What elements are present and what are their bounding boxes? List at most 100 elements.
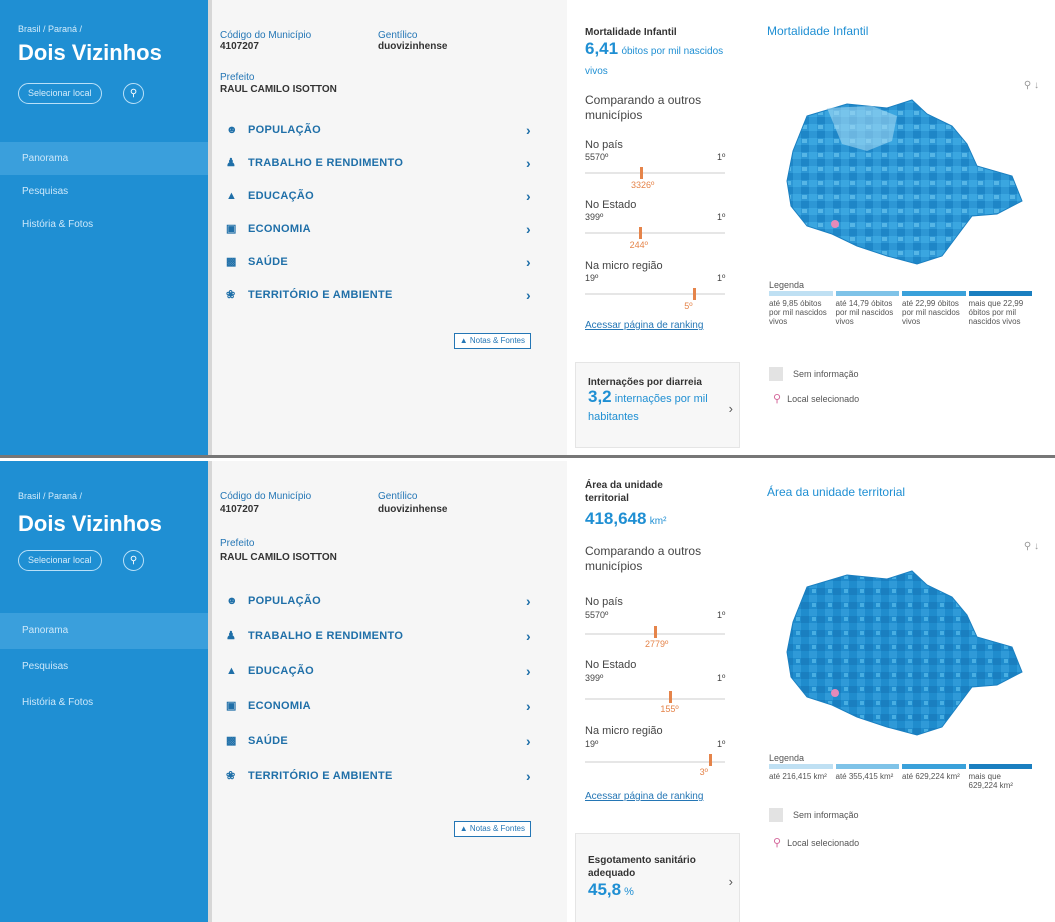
rank-min: 399º (585, 673, 604, 683)
parana-map[interactable] (777, 567, 1027, 737)
prefeito-value: RAUL CAMILO ISOTTON (220, 552, 337, 563)
map-pane: Mortalidade Infantil ⚲ ↓ Legenda até 9,8… (747, 0, 1055, 455)
notes-sources-button[interactable]: ▲ Notas & Fontes (453, 333, 531, 349)
ranking-link[interactable]: Acessar página de ranking (585, 320, 703, 331)
next-indicator-card[interactable]: Esgotamento sanitário adequado 45,8 % › (575, 833, 740, 922)
topic-populacao[interactable]: ☻ POPULAÇÃO › (218, 113, 538, 146)
legend-item: até 216,415 km² (769, 764, 836, 790)
legend-title: Legenda (769, 753, 805, 763)
document-icon: ▲ (459, 336, 470, 345)
prefeito-label: Prefeito (220, 72, 255, 83)
graduation-cap-icon: ▲ (226, 189, 238, 202)
topic-economia[interactable]: ▣ ECONOMIA › (218, 212, 538, 245)
map-pin-icon: ⚲ (773, 393, 782, 405)
codigo-label: Código do Município (220, 491, 312, 502)
municipality-info: Código do Município 4107207 Gentílico du… (212, 461, 567, 922)
leaf-icon: ❀ (226, 770, 236, 782)
legend-item: até 22,99 óbitos por mil nascidos vivos (902, 291, 969, 326)
map-pin-icon: ⚲ (773, 837, 782, 849)
rank-max: 1º (717, 212, 726, 222)
zoom-icon[interactable]: ⚲ (1024, 80, 1031, 91)
rank-track (585, 293, 725, 295)
legend-swatch (769, 764, 833, 769)
topic-saude[interactable]: ▩ SAÚDE › (218, 245, 538, 278)
download-icon[interactable]: ↓ (1034, 541, 1039, 552)
location-pin-icon[interactable]: ⚲ (123, 550, 144, 571)
topic-economia[interactable]: ▣ ECONOMIA › (218, 688, 538, 723)
zoom-icon[interactable]: ⚲ (1024, 541, 1031, 552)
legend-label: até 629,224 km² (902, 772, 960, 781)
legend-swatch (902, 291, 966, 296)
legend-selected: ⚲ Local selecionado (773, 836, 859, 849)
gentilico-label: Gentílico (378, 30, 418, 41)
topic-saude[interactable]: ▩ SAÚDE › (218, 723, 538, 758)
topic-label: EDUCAÇÃO (248, 189, 314, 202)
rank-track (585, 232, 725, 234)
sidebar-item-historia-fotos[interactable]: História & Fotos (0, 685, 208, 721)
sidebar-item-panorama[interactable]: Panorama (0, 142, 208, 175)
indicator-value: 6,41 óbitos por mil nascidos vivos (585, 40, 735, 81)
gentilico-value: duovizinhense (378, 41, 448, 52)
indicator-title: Mortalidade Infantil (585, 27, 677, 38)
leaf-icon: ❀ (226, 289, 236, 301)
sidebar-item-panorama[interactable]: Panorama (0, 613, 208, 649)
no-info-label: Sem informação (793, 369, 859, 379)
notes-label: Notas & Fontes (469, 336, 525, 345)
topic-territorio[interactable]: ❀ TERRITÓRIO E AMBIENTE › (218, 758, 538, 793)
legend-title: Legenda (769, 280, 805, 290)
breadcrumb[interactable]: Brasil / Paraná / (18, 24, 82, 34)
sidebar-item-pesquisas[interactable]: Pesquisas (0, 649, 208, 685)
topic-populacao[interactable]: ☻ POPULAÇÃO › (218, 583, 538, 618)
rank-label-estado: No Estado (585, 199, 637, 211)
rank-label-pais: No país (585, 139, 623, 151)
no-info-swatch (769, 367, 783, 381)
topic-label: SAÚDE (248, 734, 289, 747)
people-icon: ☻ (226, 594, 238, 607)
chevron-right-icon: › (526, 592, 531, 609)
rank-marker (654, 626, 657, 638)
legend-item: até 629,224 km² (902, 764, 969, 790)
worker-icon: ♟ (226, 630, 237, 642)
topic-label: ECONOMIA (248, 699, 311, 712)
health-kit-icon: ▩ (226, 256, 237, 268)
notes-label: Notas & Fontes (469, 824, 525, 833)
rank-marker (638, 227, 642, 239)
next-indicator-card[interactable]: Internações por diarreia 3,2 internações… (575, 362, 740, 448)
rank-min: 5570º (585, 610, 609, 620)
select-location-button[interactable]: Selecionar local (18, 550, 102, 571)
topic-educacao[interactable]: ▲ EDUCAÇÃO › (218, 179, 538, 212)
breadcrumb[interactable]: Brasil / Paraná / (18, 491, 82, 501)
legend-label: até 9,85 óbitos por mil nascidos vivos (769, 299, 827, 326)
indicator-number: 418,648 (585, 509, 647, 528)
sidebar-item-historia-fotos[interactable]: História & Fotos (0, 208, 208, 241)
rank-value: 244º (629, 240, 648, 250)
rank-max: 1º (717, 739, 726, 749)
topic-label: TERRITÓRIO E AMBIENTE (248, 769, 393, 782)
next-indicator-number: 3,2 (588, 387, 612, 406)
download-icon[interactable]: ↓ (1034, 80, 1039, 91)
sidebar-item-pesquisas[interactable]: Pesquisas (0, 175, 208, 208)
rank-min: 19º (585, 273, 599, 283)
topic-territorio[interactable]: ❀ TERRITÓRIO E AMBIENTE › (218, 278, 538, 311)
rank-min: 19º (585, 739, 599, 749)
rank-label-micro: Na micro região (585, 260, 663, 272)
notes-sources-button[interactable]: ▲ Notas & Fontes (453, 821, 531, 837)
map-title: Mortalidade Infantil (767, 24, 869, 38)
legend-item: mais que 22,99 óbitos por mil nascidos v… (968, 291, 1036, 326)
rank-max: 1º (717, 673, 726, 683)
city-title: Dois Vizinhos (18, 511, 162, 536)
topic-trabalho[interactable]: ♟ TRABALHO E RENDIMENTO › (218, 618, 538, 653)
rank-value: 3326º (631, 180, 655, 190)
location-pin-icon[interactable]: ⚲ (123, 83, 144, 104)
rank-track (585, 172, 725, 174)
next-indicator-title: Esgotamento sanitário adequado (588, 855, 696, 879)
rank-min: 5570º (585, 152, 609, 162)
topic-educacao[interactable]: ▲ EDUCAÇÃO › (218, 653, 538, 688)
parana-map[interactable] (777, 96, 1027, 266)
ranking-link[interactable]: Acessar página de ranking (585, 791, 703, 802)
map-region (786, 99, 1023, 265)
rank-track (585, 698, 725, 700)
select-location-button[interactable]: Selecionar local (18, 83, 102, 104)
topic-list: ☻ POPULAÇÃO › ♟ TRABALHO E RENDIMENTO › ▲ EDU… (218, 583, 538, 793)
topic-trabalho[interactable]: ♟ TRABALHO E RENDIMENTO › (218, 146, 538, 179)
